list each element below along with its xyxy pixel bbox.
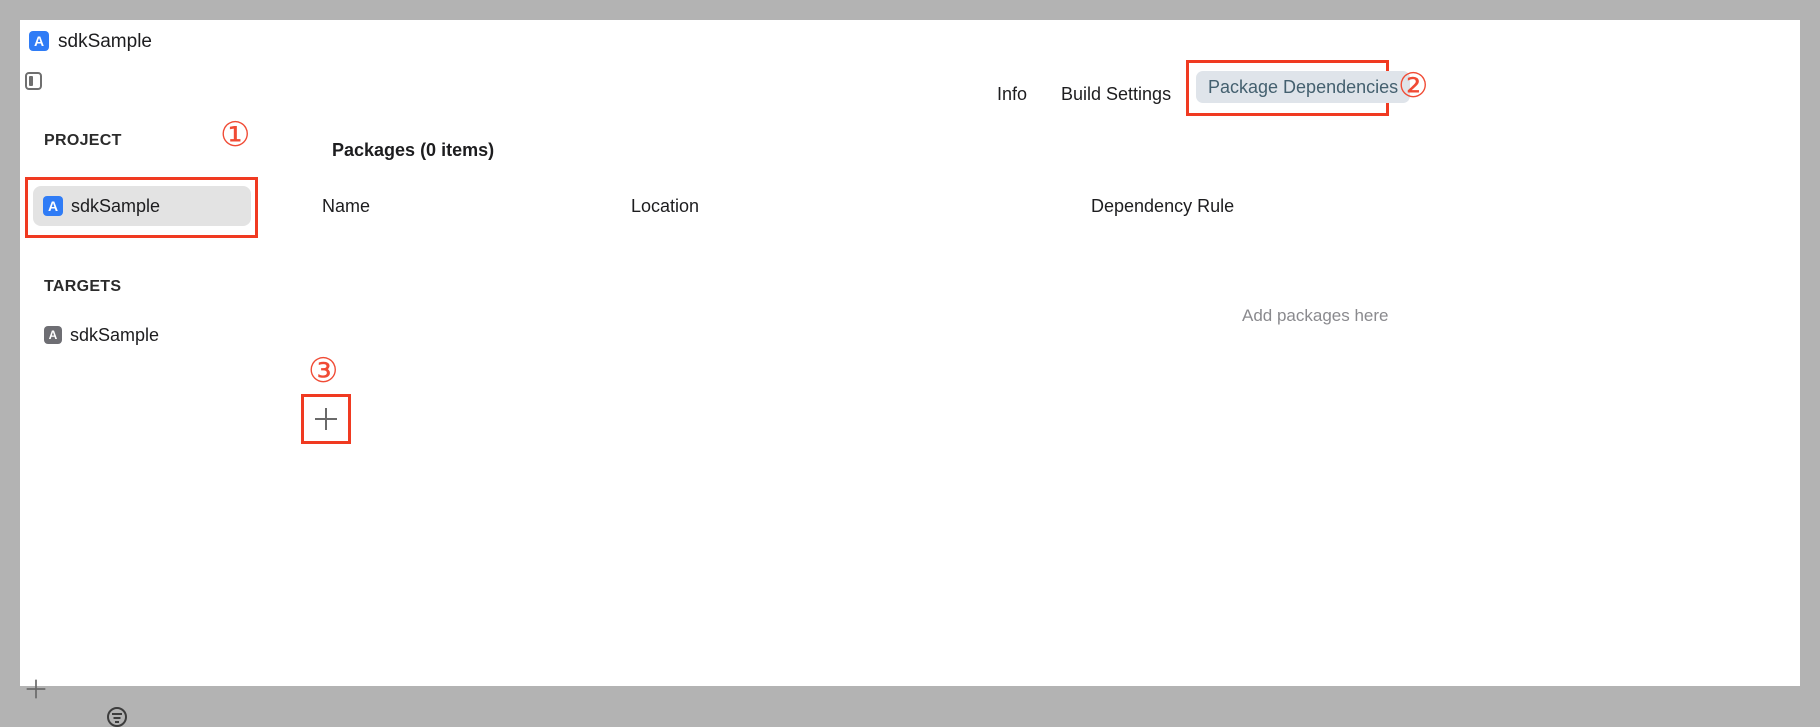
project-section-header: PROJECT	[44, 132, 122, 149]
tab-build-settings[interactable]: Build Settings	[1061, 78, 1171, 110]
add-package-button[interactable]	[313, 406, 339, 432]
column-header-location[interactable]: Location	[631, 196, 699, 217]
app-icon: A	[43, 196, 63, 216]
tab-package-dependencies[interactable]: Package Dependencies	[1196, 71, 1411, 103]
sidebar-item-target-sdksample[interactable]: A sdkSample	[44, 320, 159, 350]
annotation-marker-2: ②	[1398, 66, 1429, 106]
filter-icon[interactable]	[107, 707, 127, 727]
packages-title: Packages (0 items)	[332, 140, 495, 160]
window-title: sdkSample	[58, 31, 152, 52]
annotation-marker-3: ③	[308, 351, 339, 391]
column-header-name[interactable]: Name	[322, 196, 370, 217]
column-header-dependency-rule[interactable]: Dependency Rule	[1091, 196, 1234, 217]
tab-info[interactable]: Info	[997, 78, 1027, 110]
annotation-marker-1: ①	[220, 115, 251, 155]
sidebar-toggle-icon[interactable]	[25, 72, 42, 90]
sidebar-item-label: sdkSample	[70, 324, 160, 345]
sidebar-item-label: sdkSample	[71, 195, 161, 216]
add-target-button[interactable]	[25, 678, 47, 700]
xcode-project-window: A sdkSample Info Build Settings Package …	[20, 20, 1800, 727]
sidebar-item-project-sdksample[interactable]: A sdkSample	[33, 186, 251, 226]
target-app-icon: A	[44, 326, 62, 344]
targets-section-header: TARGETS	[44, 278, 122, 295]
app-icon: A	[29, 31, 49, 51]
empty-packages-message: Add packages here	[1242, 306, 1389, 325]
